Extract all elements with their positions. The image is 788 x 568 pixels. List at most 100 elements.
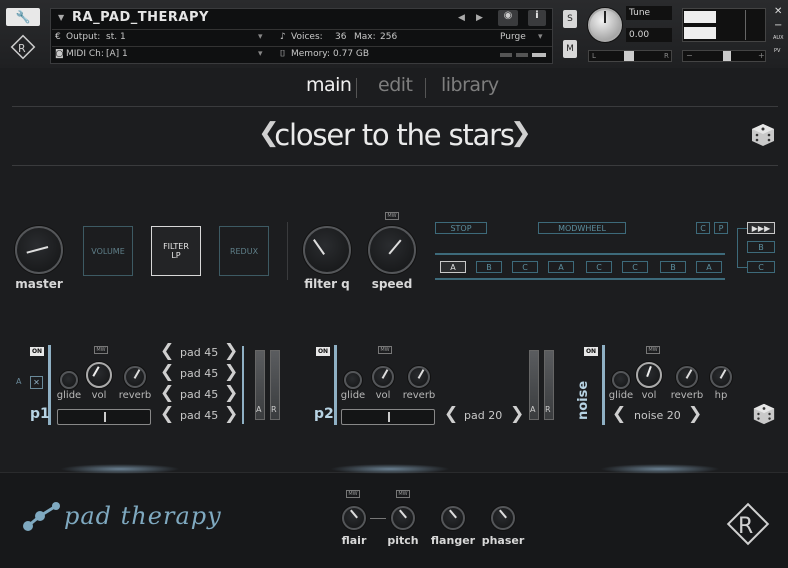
flair-knob[interactable] — [342, 506, 366, 530]
close-icon[interactable]: ✕ — [774, 6, 782, 17]
pattern-c-button[interactable]: C — [747, 261, 775, 273]
flair-label: flair — [341, 534, 367, 547]
p1-pad1-name[interactable]: pad 45 — [180, 346, 218, 359]
midi-dropdown-icon[interactable]: ▾ — [258, 49, 263, 59]
p2-pad-name[interactable]: pad 20 — [464, 409, 502, 422]
flair-modwheel-toggle[interactable]: MW — [346, 490, 360, 498]
p2-pad-next-icon[interactable]: ❯ — [510, 404, 524, 424]
p1-pad2-name[interactable]: pad 45 — [180, 367, 218, 380]
p1-pad4-name[interactable]: pad 45 — [180, 409, 218, 422]
p1-x-toggle[interactable]: ✕ — [30, 376, 43, 389]
minimize-icon[interactable]: − — [774, 20, 782, 31]
collapse-icon[interactable]: ▼ — [58, 13, 64, 22]
pv-button[interactable]: PV — [774, 48, 780, 54]
p2-modwheel-toggle[interactable]: MW — [378, 346, 392, 354]
noise-prev-icon[interactable]: ❮ — [612, 404, 626, 424]
mute-button[interactable]: M — [563, 40, 577, 58]
step-7[interactable]: B — [660, 261, 686, 273]
p1-on-button[interactable]: ON — [30, 347, 44, 356]
wrench-icon[interactable]: 🔧 — [6, 8, 40, 26]
aux-button[interactable]: AUX — [773, 35, 784, 41]
tune-label: Tune — [626, 6, 672, 20]
noise-hp-label: hp — [714, 390, 728, 401]
brand-molecule-icon — [20, 498, 64, 538]
solo-button[interactable]: S — [563, 10, 577, 28]
step-5[interactable]: C — [586, 261, 612, 273]
p2-glide-knob[interactable] — [344, 371, 362, 389]
phaser-knob[interactable] — [491, 506, 515, 530]
output-dropdown-icon[interactable]: ▾ — [258, 32, 263, 42]
flanger-label: flanger — [430, 534, 476, 547]
p1-pad4-next-icon[interactable]: ❯ — [224, 404, 238, 424]
noise-modwheel-toggle[interactable]: MW — [646, 346, 660, 354]
output-value[interactable]: st. 1 — [106, 32, 126, 42]
redux-fx-button[interactable]: REDUX — [219, 226, 269, 276]
noise-preset-name[interactable]: noise 20 — [634, 409, 681, 422]
filter-q-knob[interactable] — [303, 226, 351, 274]
purge-dropdown-icon[interactable]: ▾ — [538, 32, 543, 42]
p1-pad4-prev-icon[interactable]: ❮ — [160, 404, 174, 424]
p1-modwheel-toggle[interactable]: MW — [94, 346, 108, 354]
p1-pad-indicator — [242, 346, 244, 424]
step-1[interactable]: A — [440, 261, 466, 273]
pan-handle[interactable] — [624, 51, 634, 61]
noise-dice-icon[interactable] — [752, 402, 776, 430]
dice-icon[interactable] — [750, 122, 776, 152]
volume-handle[interactable] — [723, 51, 731, 61]
copy-button[interactable]: C — [696, 222, 710, 234]
pattern-b-button[interactable]: B — [747, 241, 775, 253]
noise-next-icon[interactable]: ❯ — [688, 404, 702, 424]
p1-pad3-next-icon[interactable]: ❯ — [224, 383, 238, 403]
prev-instrument-icon[interactable]: ◀ — [458, 13, 465, 23]
tune-value[interactable]: 0.00 — [626, 28, 672, 42]
filter-q-label: filter q — [304, 277, 350, 291]
noise-glide-knob[interactable] — [612, 371, 630, 389]
step-3[interactable]: C — [512, 261, 538, 273]
p1-glide-knob[interactable] — [60, 371, 78, 389]
paste-button[interactable]: P — [714, 222, 728, 234]
info-icon[interactable]: i — [528, 10, 546, 26]
step-6[interactable]: C — [622, 261, 648, 273]
master-label: master — [15, 277, 63, 291]
filter-lp-fx-button[interactable]: FILTER LP — [151, 226, 201, 276]
p1-pad2-prev-icon[interactable]: ❮ — [160, 362, 174, 382]
p1-layer-fader-handle[interactable] — [104, 412, 106, 422]
voices-label: Voices: — [291, 32, 323, 42]
p2-indicator-bar — [334, 345, 337, 425]
pitch-knob[interactable] — [391, 506, 415, 530]
pattern-a-button[interactable]: ▶▶▶ — [747, 222, 775, 234]
speed-modwheel-toggle[interactable]: MW — [385, 212, 399, 220]
ra-logo-icon: R — [8, 32, 38, 62]
p2-pad-prev-icon[interactable]: ❮ — [444, 404, 458, 424]
instrument-name[interactable]: RA_PAD_THERAPY — [72, 10, 209, 25]
purge-button[interactable]: Purge — [500, 32, 526, 42]
step-8[interactable]: A — [696, 261, 722, 273]
volume-fx-button[interactable]: VOLUME — [83, 226, 133, 276]
modwheel-button[interactable]: MODWHEEL — [538, 222, 626, 234]
noise-on-button[interactable]: ON — [584, 347, 598, 356]
step-4[interactable]: A — [548, 261, 574, 273]
tab-edit[interactable]: edit — [378, 74, 413, 96]
midi-value[interactable]: [A] 1 — [106, 49, 128, 59]
camera-icon[interactable]: ◉ — [498, 10, 518, 26]
next-preset-icon[interactable]: ❯ — [510, 118, 532, 148]
pitch-modwheel-toggle[interactable]: MW — [396, 490, 410, 498]
next-instrument-icon[interactable]: ▶ — [476, 13, 483, 23]
p1-pad1-next-icon[interactable]: ❯ — [224, 341, 238, 361]
preset-name[interactable]: closer to the stars — [0, 118, 788, 152]
svg-text:R: R — [738, 514, 753, 539]
p1-pad2-next-icon[interactable]: ❯ — [224, 362, 238, 382]
p1-pad3-prev-icon[interactable]: ❮ — [160, 383, 174, 403]
p2-layer-fader-handle[interactable] — [388, 412, 390, 422]
flanger-knob[interactable] — [441, 506, 465, 530]
tab-main[interactable]: main — [306, 74, 352, 96]
level-meter-mark — [745, 10, 746, 40]
p2-on-button[interactable]: ON — [316, 347, 330, 356]
max-value[interactable]: 256 — [380, 32, 397, 42]
p1-pad1-prev-icon[interactable]: ❮ — [160, 341, 174, 361]
p1-pad3-name[interactable]: pad 45 — [180, 388, 218, 401]
pan-r-label: R — [664, 52, 669, 60]
step-2[interactable]: B — [476, 261, 502, 273]
stop-button[interactable]: STOP — [435, 222, 487, 234]
tab-library[interactable]: library — [441, 74, 499, 96]
